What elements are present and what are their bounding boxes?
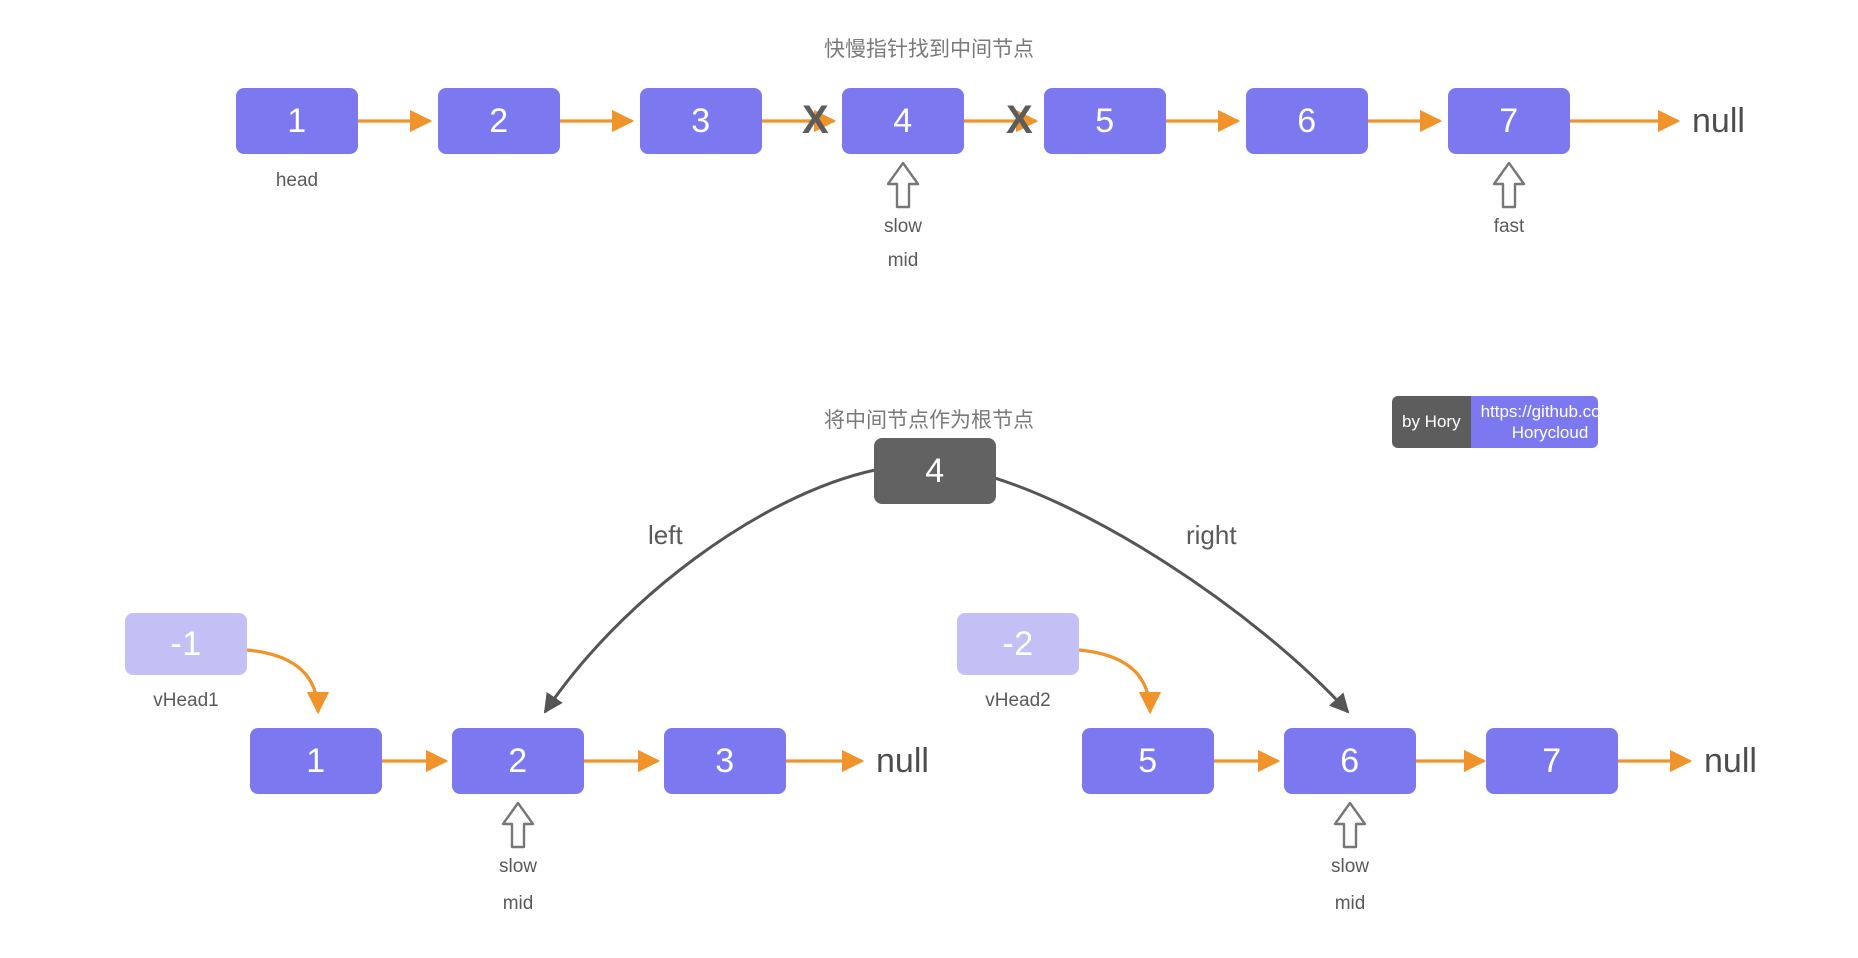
list1-node-2[interactable]: 2 [438, 88, 560, 154]
edge-label-left: left [648, 520, 683, 550]
cut-mark-2: X [1006, 98, 1033, 142]
node-value: 2 [508, 742, 528, 780]
list1-node-5[interactable]: 5 [1044, 88, 1166, 154]
pointer-label-mid-top: mid [887, 250, 919, 271]
watermark-badge[interactable]: by Hory https://github.com/ Horycloud [1392, 396, 1598, 448]
list2-right-node-2[interactable]: 6 [1284, 728, 1416, 794]
pointer-label-slow-right: slow [1330, 856, 1369, 877]
bst-root-node[interactable]: 4 [874, 438, 996, 504]
vhead2-label: vHead2 [985, 690, 1051, 711]
pointer-label-fast-top: fast [1493, 216, 1525, 237]
node-value: -2 [1002, 625, 1034, 663]
node-value: 4 [925, 452, 945, 490]
node-value: 6 [1297, 102, 1317, 140]
list1-node-4[interactable]: 4 [842, 88, 964, 154]
list2-left-node-3[interactable]: 3 [664, 728, 786, 794]
node-value: 1 [306, 742, 326, 780]
node-value: 2 [489, 102, 509, 140]
list1-node-6[interactable]: 6 [1246, 88, 1368, 154]
vhead1-node[interactable]: -1 [125, 613, 247, 675]
node-value: 3 [691, 102, 711, 140]
list2-right-null-terminator: null [1704, 742, 1757, 780]
node-value: 1 [287, 102, 307, 140]
cut-mark-1: X [802, 98, 829, 142]
vhead1-label: vHead1 [153, 690, 219, 711]
node-value: 3 [715, 742, 735, 780]
node-value: 6 [1340, 742, 1360, 780]
slow-pointer-arrow-top [886, 161, 920, 209]
pointer-label-mid-left: mid [502, 893, 534, 914]
list2-left-node-2[interactable]: 2 [452, 728, 584, 794]
node-value: 5 [1095, 102, 1115, 140]
list2-left-null-terminator: null [876, 742, 929, 780]
fast-pointer-arrow-top [1492, 161, 1526, 209]
list2-right-node-3[interactable]: 7 [1486, 728, 1618, 794]
node-value: 7 [1499, 102, 1519, 140]
list1-node-7[interactable]: 7 [1448, 88, 1570, 154]
vhead2-node[interactable]: -2 [957, 613, 1079, 675]
slow-pointer-arrow-right [1333, 801, 1367, 849]
list1-node-3[interactable]: 3 [640, 88, 762, 154]
slow-pointer-arrow-left [501, 801, 535, 849]
watermark-author: by Hory [1392, 396, 1471, 448]
pointer-label-slow-top: slow [883, 216, 922, 237]
node-value: 5 [1138, 742, 1158, 780]
node-value: -1 [170, 625, 202, 663]
head-label: head [275, 170, 319, 191]
list2-left-node-1[interactable]: 1 [250, 728, 382, 794]
diagram-canvas: 快慢指针找到中间节点 1 2 3 4 5 6 7 null head X X s… [0, 0, 1858, 958]
edge-label-right: right [1186, 520, 1237, 550]
list1-node-1[interactable]: 1 [236, 88, 358, 154]
section1-title: 快慢指针找到中间节点 [824, 38, 1034, 61]
node-value: 7 [1542, 742, 1562, 780]
pointer-label-slow-left: slow [498, 856, 537, 877]
list1-null-terminator: null [1692, 102, 1745, 140]
pointer-label-mid-right: mid [1334, 893, 1366, 914]
watermark-url: https://github.com/ Horycloud [1470, 396, 1598, 448]
list2-right-node-1[interactable]: 5 [1082, 728, 1214, 794]
node-value: 4 [893, 102, 913, 140]
